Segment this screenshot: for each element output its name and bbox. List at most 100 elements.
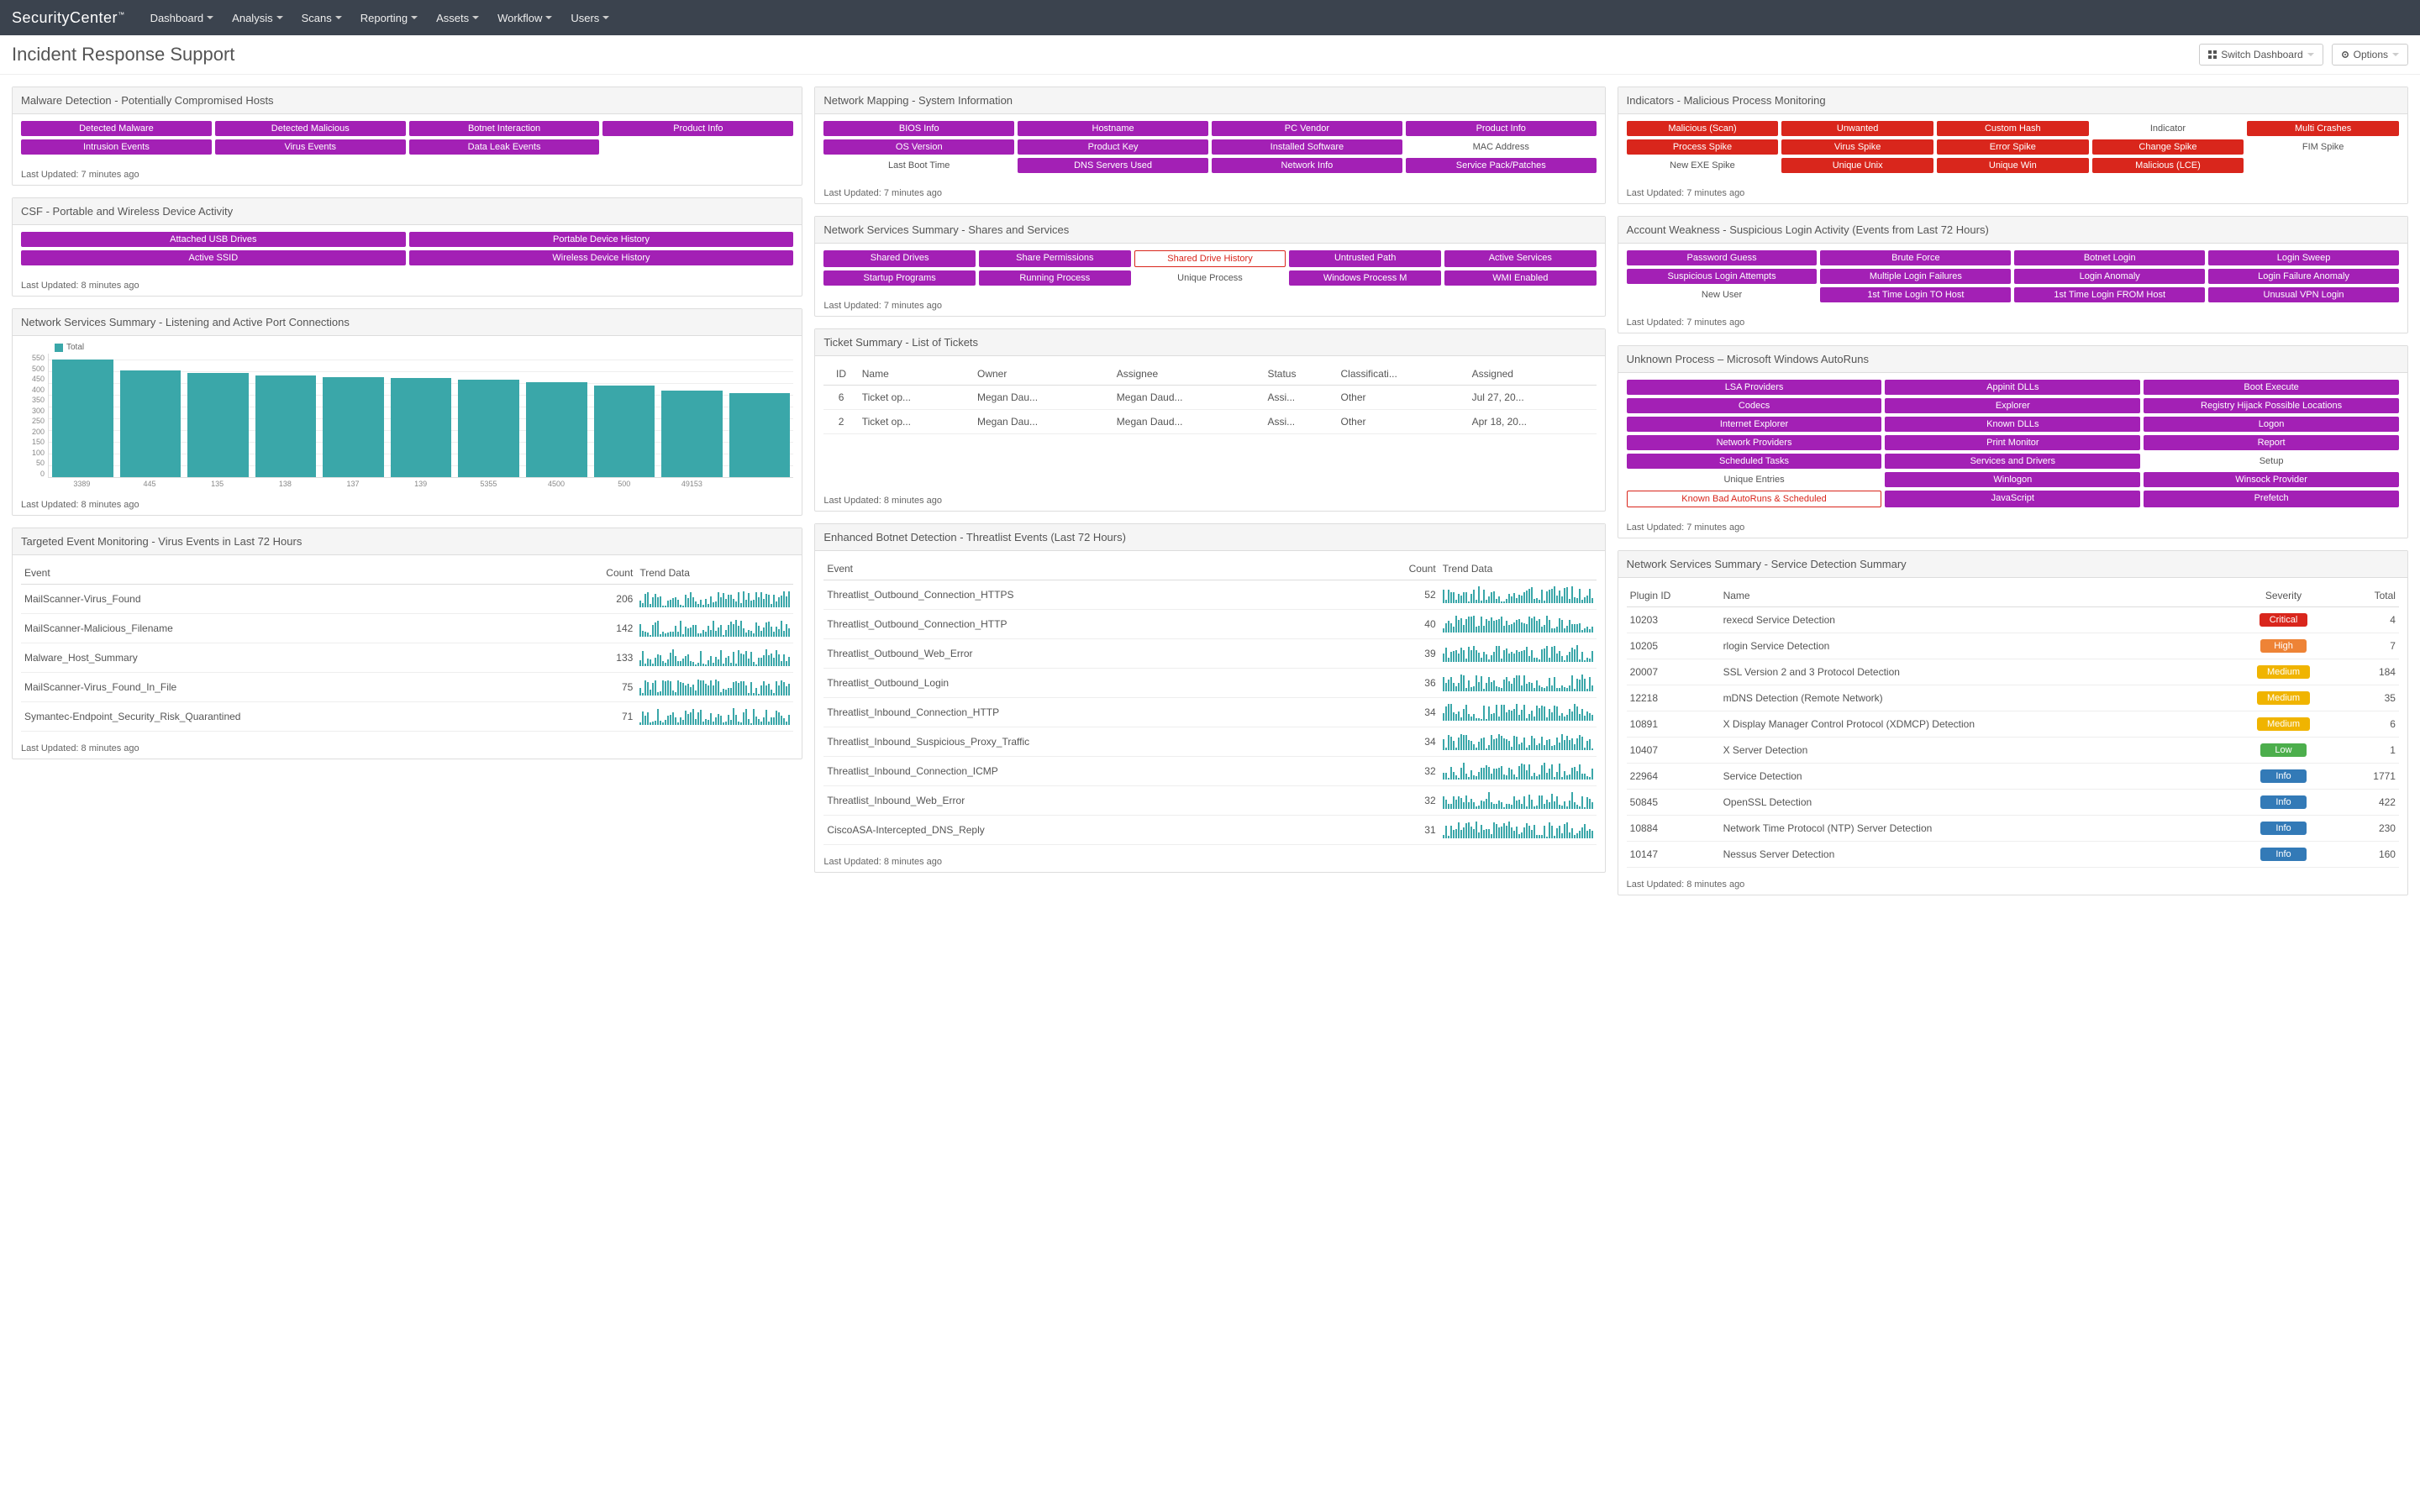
- tag-button[interactable]: Login Sweep: [2208, 250, 2399, 265]
- chart-bar[interactable]: [458, 380, 519, 477]
- col-header[interactable]: Name: [859, 363, 974, 386]
- tag-button[interactable]: Wireless Device History: [409, 250, 794, 265]
- tag-button[interactable]: 1st Time Login FROM Host: [2014, 287, 2205, 302]
- tag-button[interactable]: Login Failure Anomaly: [2208, 269, 2399, 284]
- col-header[interactable]: Owner: [974, 363, 1113, 386]
- table-row[interactable]: Threatlist_Inbound_Connection_HTTP34: [823, 698, 1596, 727]
- tag-button[interactable]: Running Process: [979, 270, 1131, 286]
- col-trend[interactable]: Trend Data: [1439, 558, 1597, 580]
- tag-button[interactable]: MAC Address: [1406, 139, 1597, 155]
- table-row[interactable]: 6Ticket op...Megan Dau...Megan Daud...As…: [823, 386, 1596, 410]
- table-row[interactable]: Threatlist_Outbound_Connection_HTTP40: [823, 610, 1596, 639]
- chart-bar[interactable]: [255, 375, 317, 477]
- tag-button[interactable]: Unwanted: [1781, 121, 1933, 136]
- tag-button[interactable]: Known DLLs: [1885, 417, 2140, 432]
- tag-button[interactable]: Error Spike: [1937, 139, 2089, 155]
- options-button[interactable]: Options: [2332, 44, 2408, 66]
- col-count[interactable]: Count: [555, 562, 636, 585]
- tag-button[interactable]: Unique Process: [1134, 270, 1286, 286]
- nav-scans[interactable]: Scans: [302, 12, 342, 24]
- tag-button[interactable]: Process Spike: [1627, 139, 1779, 155]
- tag-button[interactable]: Startup Programs: [823, 270, 976, 286]
- table-row[interactable]: 2Ticket op...Megan Dau...Megan Daud...As…: [823, 410, 1596, 434]
- tag-button[interactable]: Share Permissions: [979, 250, 1131, 267]
- tag-button[interactable]: Setup: [2144, 454, 2399, 469]
- table-row[interactable]: Threatlist_Inbound_Web_Error32: [823, 786, 1596, 816]
- tag-button[interactable]: Prefetch: [2144, 491, 2399, 507]
- col-event[interactable]: Event: [21, 562, 555, 585]
- tag-button[interactable]: Botnet Interaction: [409, 121, 600, 136]
- table-row[interactable]: 10407X Server DetectionLow1: [1627, 738, 2399, 764]
- tag-button[interactable]: Scheduled Tasks: [1627, 454, 1882, 469]
- col-header[interactable]: Classificati...: [1338, 363, 1469, 386]
- table-row[interactable]: 12218mDNS Detection (Remote Network)Medi…: [1627, 685, 2399, 711]
- tag-button[interactable]: Shared Drive History: [1134, 250, 1286, 267]
- table-row[interactable]: Threatlist_Inbound_Connection_ICMP32: [823, 757, 1596, 786]
- tag-button[interactable]: Windows Process M: [1289, 270, 1441, 286]
- tag-button[interactable]: Winsock Provider: [2144, 472, 2399, 487]
- tag-button[interactable]: Virus Spike: [1781, 139, 1933, 155]
- tag-button[interactable]: BIOS Info: [823, 121, 1014, 136]
- table-row[interactable]: Threatlist_Inbound_Suspicious_Proxy_Traf…: [823, 727, 1596, 757]
- nav-assets[interactable]: Assets: [436, 12, 479, 24]
- tag-button[interactable]: New EXE Spike: [1627, 158, 1779, 173]
- col-event[interactable]: Event: [823, 558, 1354, 580]
- tag-button[interactable]: Network Info: [1212, 158, 1402, 173]
- table-row[interactable]: 10205rlogin Service DetectionHigh7: [1627, 633, 2399, 659]
- nav-reporting[interactable]: Reporting: [360, 12, 418, 24]
- tag-button[interactable]: Detected Malware: [21, 121, 212, 136]
- col-total[interactable]: Total: [2342, 585, 2399, 607]
- nav-dashboard[interactable]: Dashboard: [150, 12, 214, 24]
- tag-button[interactable]: Unique Win: [1937, 158, 2089, 173]
- tag-button[interactable]: Login Anomaly: [2014, 269, 2205, 284]
- tag-button[interactable]: Indicator: [2092, 121, 2244, 136]
- tag-button[interactable]: Print Monitor: [1885, 435, 2140, 450]
- tag-button[interactable]: FIM Spike: [2247, 139, 2399, 155]
- nav-workflow[interactable]: Workflow: [497, 12, 552, 24]
- tag-button[interactable]: Malicious (Scan): [1627, 121, 1779, 136]
- tag-button[interactable]: Services and Drivers: [1885, 454, 2140, 469]
- table-row[interactable]: MailScanner-Malicious_Filename142: [21, 614, 793, 643]
- tag-button[interactable]: Known Bad AutoRuns & Scheduled: [1627, 491, 1882, 507]
- chart-bar[interactable]: [187, 373, 249, 477]
- tag-button[interactable]: Shared Drives: [823, 250, 976, 267]
- tag-button[interactable]: Boot Execute: [2144, 380, 2399, 395]
- tag-button[interactable]: Last Boot Time: [823, 158, 1014, 173]
- tag-button[interactable]: JavaScript: [1885, 491, 2140, 507]
- tag-button[interactable]: Internet Explorer: [1627, 417, 1882, 432]
- tag-button[interactable]: LSA Providers: [1627, 380, 1882, 395]
- col-header[interactable]: Assigned: [1469, 363, 1597, 386]
- tag-button[interactable]: Botnet Login: [2014, 250, 2205, 265]
- tag-button[interactable]: Active Services: [1444, 250, 1597, 267]
- tag-button[interactable]: Logon: [2144, 417, 2399, 432]
- tag-button[interactable]: Multi Crashes: [2247, 121, 2399, 136]
- tag-button[interactable]: Unusual VPN Login: [2208, 287, 2399, 302]
- tag-button[interactable]: Detected Malicious: [215, 121, 406, 136]
- col-plugin-id[interactable]: Plugin ID: [1627, 585, 1720, 607]
- tag-button[interactable]: Suspicious Login Attempts: [1627, 269, 1818, 284]
- table-row[interactable]: 20007SSL Version 2 and 3 Protocol Detect…: [1627, 659, 2399, 685]
- chart-bar[interactable]: [323, 377, 384, 477]
- tag-button[interactable]: DNS Servers Used: [1018, 158, 1208, 173]
- tag-button[interactable]: Product Info: [602, 121, 793, 136]
- tag-button[interactable]: Report: [2144, 435, 2399, 450]
- col-trend[interactable]: Trend Data: [636, 562, 793, 585]
- col-header[interactable]: ID: [823, 363, 858, 386]
- tag-button[interactable]: Malicious (LCE): [2092, 158, 2244, 173]
- table-row[interactable]: MailScanner-Virus_Found206: [21, 585, 793, 614]
- tag-button[interactable]: Winlogon: [1885, 472, 2140, 487]
- table-row[interactable]: 50845OpenSSL DetectionInfo422: [1627, 790, 2399, 816]
- tag-button[interactable]: Network Providers: [1627, 435, 1882, 450]
- tag-button[interactable]: PC Vendor: [1212, 121, 1402, 136]
- nav-users[interactable]: Users: [571, 12, 609, 24]
- col-header[interactable]: Assignee: [1113, 363, 1265, 386]
- chart-bar[interactable]: [594, 386, 655, 477]
- table-row[interactable]: 10147Nessus Server DetectionInfo160: [1627, 842, 2399, 868]
- tag-button[interactable]: WMI Enabled: [1444, 270, 1597, 286]
- table-row[interactable]: Threatlist_Outbound_Connection_HTTPS52: [823, 580, 1596, 610]
- table-row[interactable]: 22964Service DetectionInfo1771: [1627, 764, 2399, 790]
- tag-button[interactable]: Virus Events: [215, 139, 406, 155]
- chart-bar[interactable]: [120, 370, 182, 477]
- tag-button[interactable]: Custom Hash: [1937, 121, 2089, 136]
- tag-button[interactable]: Password Guess: [1627, 250, 1818, 265]
